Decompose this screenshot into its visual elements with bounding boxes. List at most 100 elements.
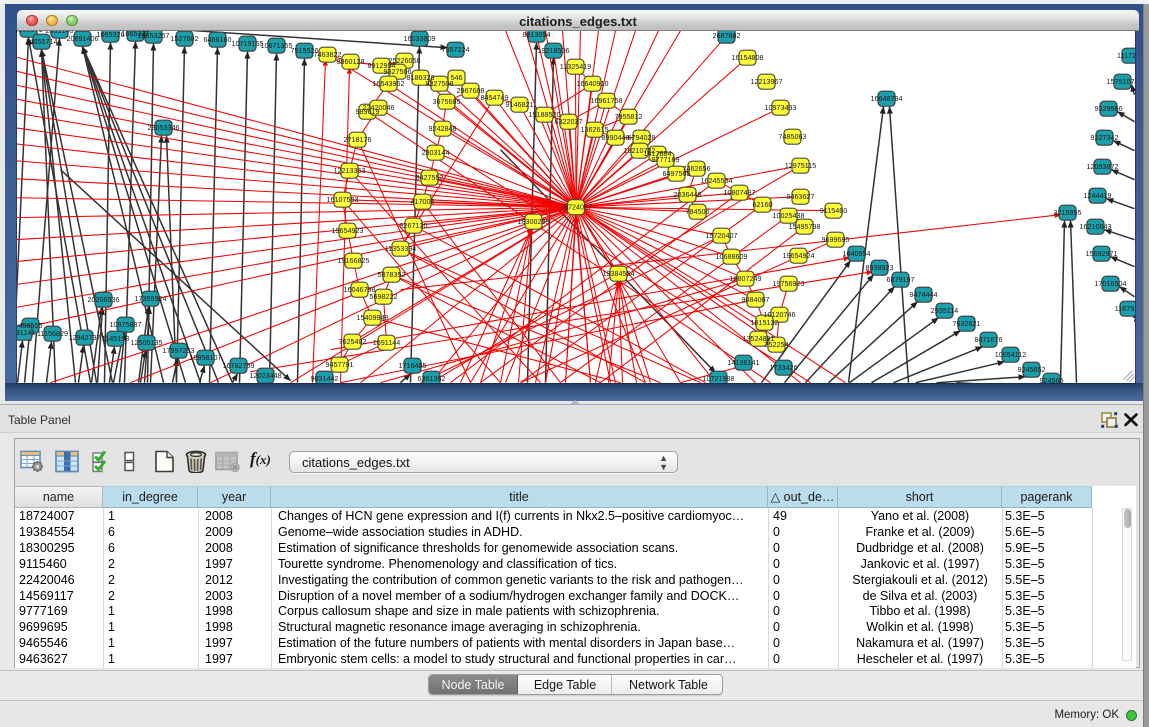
svg-text:6794028: 6794028	[627, 133, 655, 142]
svg-text:29053346: 29053346	[147, 123, 179, 132]
svg-text:15495798: 15495798	[788, 222, 820, 231]
svg-text:2036448: 2036448	[673, 190, 701, 199]
svg-text:6879197: 6879197	[886, 275, 914, 284]
svg-text:9474444: 9474444	[909, 290, 937, 299]
svg-text:20691406: 20691406	[66, 34, 98, 43]
svg-text:10721988: 10721988	[702, 374, 734, 383]
svg-text:1733426: 1733426	[769, 363, 797, 372]
svg-text:10975887: 10975887	[109, 320, 141, 329]
svg-text:12975115: 12975115	[784, 161, 815, 170]
svg-text:924565: 924565	[1039, 376, 1063, 383]
svg-text:1527602: 1527602	[170, 34, 198, 43]
svg-text:11325419: 11325419	[559, 62, 590, 71]
svg-text:9329966: 9329966	[1094, 104, 1122, 113]
svg-text:9327508: 9327508	[425, 79, 453, 88]
svg-text:417006: 417006	[410, 197, 434, 206]
svg-text:16245534: 16245534	[700, 176, 732, 185]
svg-text:9031442: 9031442	[310, 374, 338, 383]
svg-text:19654923: 19654923	[331, 226, 363, 235]
svg-text:15409948: 15409948	[356, 313, 388, 322]
svg-text:7632621: 7632621	[952, 319, 980, 328]
svg-text:5698222: 5698222	[369, 292, 397, 301]
svg-text:8938923: 8938923	[865, 263, 893, 272]
svg-text:12942737: 12942737	[68, 333, 100, 342]
svg-text:8471676: 8471676	[974, 335, 1002, 344]
svg-text:9777169: 9777169	[651, 155, 679, 164]
svg-text:15720407: 15720407	[705, 231, 737, 240]
svg-text:16648784: 16648784	[870, 94, 902, 103]
svg-text:15692971: 15692971	[1085, 249, 1117, 258]
svg-text:546: 546	[450, 73, 462, 82]
svg-text:19384554: 19384554	[602, 269, 634, 278]
svg-text:9699695: 9699695	[821, 235, 849, 244]
svg-text:19654924: 19654924	[782, 251, 814, 260]
svg-text:20206536: 20206536	[87, 295, 119, 304]
svg-text:10671355: 10671355	[260, 41, 292, 50]
svg-text:1117232: 1117232	[1117, 51, 1135, 60]
svg-text:1145193: 1145193	[101, 334, 128, 343]
svg-text:9227342: 9227342	[1090, 133, 1118, 142]
svg-text:1615132: 1615132	[750, 318, 778, 327]
svg-text:16210643: 16210643	[1079, 222, 1111, 231]
svg-text:1640954: 1640954	[842, 249, 870, 258]
svg-text:16961758: 16961758	[590, 96, 622, 105]
svg-text:7485063: 7485063	[778, 132, 806, 141]
svg-text:19756923: 19756923	[772, 279, 804, 288]
svg-text:12093872: 12093872	[1086, 162, 1118, 171]
svg-text:12213967: 12213967	[750, 77, 782, 86]
svg-text:2687682: 2687682	[712, 31, 740, 40]
svg-text:784506: 784506	[685, 207, 709, 216]
svg-text:16782759: 16782759	[222, 361, 254, 370]
svg-text:391141: 391141	[17, 328, 35, 337]
svg-text:252254: 252254	[764, 340, 788, 349]
svg-text:9146821: 9146821	[505, 100, 533, 109]
svg-text:18807249: 18807249	[729, 274, 761, 283]
svg-text:12023448: 12023448	[249, 371, 281, 380]
svg-text:22420046: 22420046	[362, 103, 394, 112]
svg-text:16033809: 16033809	[403, 34, 435, 43]
svg-text:8267130: 8267130	[399, 221, 427, 230]
svg-text:1691144: 1691144	[372, 338, 399, 347]
svg-text:10719155: 10719155	[231, 39, 263, 48]
svg-text:2718176: 2718176	[343, 135, 371, 144]
svg-text:1167533: 1167533	[1114, 304, 1134, 313]
svg-text:8960128: 8960128	[336, 57, 364, 66]
svg-text:8427552: 8427552	[415, 173, 443, 182]
svg-text:11353394: 11353394	[384, 244, 415, 253]
svg-text:9242848: 9242848	[428, 124, 456, 133]
svg-text:6466160: 6466160	[203, 35, 231, 44]
svg-text:8990448: 8990448	[601, 133, 629, 142]
svg-text:9463627: 9463627	[786, 192, 814, 201]
svg-text:10653267: 10653267	[137, 31, 169, 40]
svg-text:9084067: 9084067	[741, 295, 769, 304]
svg-text:2935114: 2935114	[930, 306, 957, 315]
svg-text:2803144: 2803144	[421, 148, 449, 157]
svg-text:1905571: 1905571	[17, 31, 42, 34]
svg-text:18724007: 18724007	[560, 203, 592, 212]
svg-text:11156829: 11156829	[37, 329, 68, 338]
svg-text:14136141: 14136141	[727, 358, 759, 367]
svg-text:1244419: 1244419	[1083, 191, 1111, 200]
svg-text:1065326: 1065326	[96, 31, 124, 39]
svg-text:12505135: 12505135	[130, 338, 162, 347]
svg-text:17016504: 17016504	[1094, 279, 1126, 288]
svg-text:17359924: 17359924	[134, 294, 166, 303]
svg-text:19218506: 19218506	[537, 46, 569, 55]
svg-text:1716485: 1716485	[398, 361, 426, 370]
svg-text:10958107: 10958107	[189, 353, 221, 362]
svg-text:12213363: 12213363	[333, 166, 365, 175]
svg-text:7955812: 7955812	[614, 112, 642, 121]
svg-text:3675685: 3675685	[432, 97, 460, 106]
svg-text:19166825: 19166825	[337, 256, 369, 265]
svg-text:8454749: 8454749	[480, 93, 508, 102]
svg-text:7357224: 7357224	[441, 45, 469, 54]
svg-text:18300295: 18300295	[517, 217, 549, 226]
svg-text:9457791: 9457791	[325, 360, 353, 369]
svg-text:9245652: 9245652	[1017, 365, 1045, 374]
svg-text:6322037: 6322037	[554, 117, 582, 126]
svg-text:10807487: 10807487	[723, 188, 755, 197]
svg-text:16640910: 16640910	[576, 79, 608, 88]
svg-text:10025438: 10025438	[772, 211, 804, 220]
svg-text:3215955: 3215955	[1053, 208, 1081, 217]
svg-text:10688609: 10688609	[715, 252, 747, 261]
